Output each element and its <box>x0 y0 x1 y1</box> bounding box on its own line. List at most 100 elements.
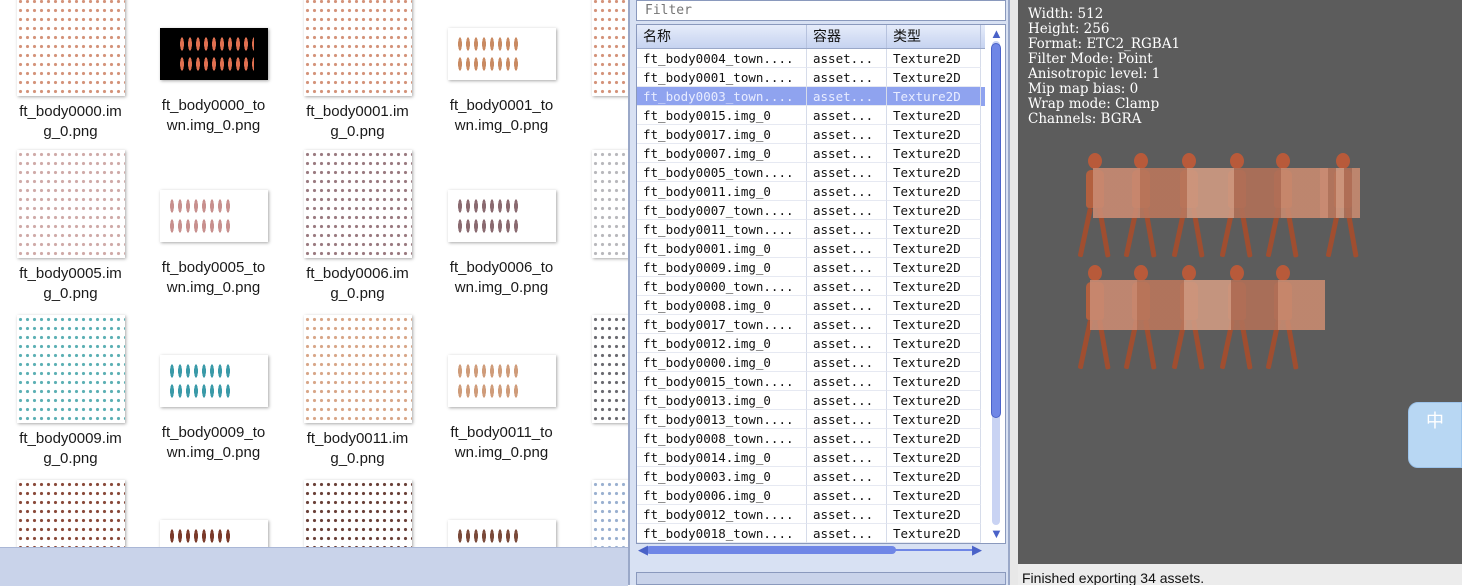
cell-name: ft_body0007.img_0 <box>637 144 807 163</box>
explorer-status-bar <box>0 547 628 586</box>
table-row[interactable]: ft_body0017_town.... asset... Texture2D <box>637 315 985 334</box>
table-row[interactable]: ft_body0009.img_0 asset... Texture2D <box>637 258 985 277</box>
file-tile[interactable] <box>295 480 420 547</box>
scroll-right-arrow-icon[interactable]: ▶ <box>972 543 982 556</box>
file-tile[interactable]: ft_body0001_to wn.img_0.png <box>439 0 564 136</box>
file-tile[interactable]: ft_bo <box>583 150 628 284</box>
file-tile[interactable]: ft_bo g <box>583 315 628 469</box>
ime-language-icon[interactable]: 中 <box>1408 402 1462 468</box>
cell-container: asset... <box>807 486 887 505</box>
scroll-up-arrow-icon[interactable]: ▲ <box>990 27 1003 40</box>
column-header-type[interactable]: 类型 <box>887 25 981 48</box>
file-thumbnail <box>159 355 268 407</box>
file-tile[interactable]: ft_body0001.im g_0.png <box>295 0 420 142</box>
cell-container: asset... <box>807 220 887 239</box>
table-row[interactable]: ft_body0001_town.... asset... Texture2D <box>637 68 985 87</box>
cell-container: asset... <box>807 125 887 144</box>
table-row[interactable]: ft_body0012_town.... asset... Texture2D <box>637 505 985 524</box>
file-tile[interactable]: ft_body0006_to wn.img_0.png <box>439 150 564 298</box>
table-row[interactable]: ft_body0007.img_0 asset... Texture2D <box>637 144 985 163</box>
ime-badge-label: 中 <box>1426 411 1444 431</box>
file-thumbnail <box>447 28 556 80</box>
hscroll-thumb[interactable] <box>646 546 896 554</box>
file-name: ft_body0006.im g_0.png <box>306 265 409 302</box>
table-row[interactable]: ft_body0001.img_0 asset... Texture2D <box>637 239 985 258</box>
table-row[interactable]: ft_body0015_town.... asset... Texture2D <box>637 372 985 391</box>
cell-container: asset... <box>807 391 887 410</box>
table-row[interactable]: ft_body0003_town.... asset... Texture2D <box>637 87 985 106</box>
table-row[interactable]: ft_body0000_town.... asset... Texture2D <box>637 277 985 296</box>
cell-container: asset... <box>807 182 887 201</box>
file-tile[interactable]: ft_bo <box>583 0 628 122</box>
cell-name: ft_body0015.img_0 <box>637 106 807 125</box>
table-row[interactable]: ft_body0012.img_0 asset... Texture2D <box>637 334 985 353</box>
cell-name: ft_body0005_town.... <box>637 163 807 182</box>
asset-table: 名称 容器 类型 ft_body0004_town.... asset... Tex… <box>636 24 1006 544</box>
file-tile[interactable]: ft_body0009_to wn.img_0.png <box>151 315 276 463</box>
table-row[interactable]: ft_body0011.img_0 asset... Texture2D <box>637 182 985 201</box>
file-tile[interactable]: ft_body0011.im g_0.png <box>295 315 420 469</box>
table-row[interactable]: ft_body0013.img_0 asset... Texture2D <box>637 391 985 410</box>
file-tile[interactable]: ft_body0011_to wn.img_0.png <box>439 315 564 463</box>
scroll-thumb[interactable] <box>991 43 1001 418</box>
file-tile[interactable] <box>439 480 564 547</box>
file-tile[interactable] <box>8 480 133 547</box>
cell-container: asset... <box>807 201 887 220</box>
file-thumbnail <box>159 190 268 242</box>
file-tile[interactable]: ft_body0005_to wn.img_0.png <box>151 150 276 298</box>
table-row[interactable]: ft_body0000.img_0 asset... Texture2D <box>637 353 985 372</box>
table-row[interactable]: ft_body0005_town.... asset... Texture2D <box>637 163 985 182</box>
file-tile[interactable] <box>151 480 276 547</box>
column-header-container[interactable]: 容器 <box>807 25 887 48</box>
cell-container: asset... <box>807 277 887 296</box>
cell-type: Texture2D <box>887 334 981 353</box>
file-name: ft_body0001_to wn.img_0.png <box>449 97 554 134</box>
file-tile[interactable]: ft_body0000.im g_0.png <box>8 0 133 142</box>
file-tile[interactable]: ft_body0000_to wn.img_0.png <box>151 0 276 136</box>
table-row[interactable]: ft_body0013_town.... asset... Texture2D <box>637 410 985 429</box>
cell-container: asset... <box>807 87 887 106</box>
scroll-left-arrow-icon[interactable]: ◀ <box>638 543 648 556</box>
column-header-name[interactable]: 名称 <box>637 25 807 48</box>
table-row[interactable]: ft_body0017.img_0 asset... Texture2D <box>637 125 985 144</box>
file-thumbnail <box>447 355 556 407</box>
file-thumbnail <box>303 150 412 258</box>
file-tile[interactable]: ft_body0006.im g_0.png <box>295 150 420 304</box>
cell-name: ft_body0001.img_0 <box>637 239 807 258</box>
cell-container: asset... <box>807 163 887 182</box>
cell-name: ft_body0011.img_0 <box>637 182 807 201</box>
thumbnail-figures <box>455 361 520 401</box>
table-row[interactable]: ft_body0007_town.... asset... Texture2D <box>637 201 985 220</box>
table-row[interactable]: ft_body0006.img_0 asset... Texture2D <box>637 486 985 505</box>
file-tile[interactable]: ft_body0009.im g_0.png <box>8 315 133 469</box>
texture-info-line: Format: ETC2_RGBA1 <box>1028 36 1181 52</box>
table-row[interactable]: ft_body0008.img_0 asset... Texture2D <box>637 296 985 315</box>
vertical-scrollbar[interactable]: ▲ ▼ <box>989 27 1003 541</box>
table-row[interactable]: ft_body0003.img_0 asset... Texture2D <box>637 467 985 486</box>
cell-type: Texture2D <box>887 315 981 334</box>
table-row[interactable]: ft_body0004_town.... asset... Texture2D <box>637 49 985 68</box>
texture-info: Width: 512 Height: 256 Format: ETC2_RGBA1 F… <box>1028 7 1180 127</box>
file-tile[interactable] <box>583 480 628 547</box>
cell-name: ft_body0017.img_0 <box>637 125 807 144</box>
horizontal-scrollbar[interactable]: ◀ ▶ <box>638 543 984 556</box>
table-row[interactable]: ft_body0015.img_0 asset... Texture2D <box>637 106 985 125</box>
file-thumbnail <box>159 520 268 547</box>
table-row[interactable]: ft_body0008_town.... asset... Texture2D <box>637 429 985 448</box>
mosaic-blur <box>1090 280 1325 330</box>
cell-type: Texture2D <box>887 372 981 391</box>
filter-input[interactable] <box>636 0 1006 21</box>
cell-type: Texture2D <box>887 258 981 277</box>
cell-type: Texture2D <box>887 87 981 106</box>
cell-container: asset... <box>807 429 887 448</box>
file-name: ft_body0000_to wn.img_0.png <box>161 97 266 134</box>
cell-type: Texture2D <box>887 106 981 125</box>
scroll-down-arrow-icon[interactable]: ▼ <box>990 527 1003 540</box>
table-row[interactable]: ft_body0014.img_0 asset... Texture2D <box>637 448 985 467</box>
file-tile[interactable]: ft_body0005.im g_0.png <box>8 150 133 304</box>
table-row[interactable]: ft_body0011_town.... asset... Texture2D <box>637 220 985 239</box>
asset-table-header: 名称 容器 类型 <box>637 25 985 49</box>
file-name: ft_body0011_to wn.img_0.png <box>450 424 553 461</box>
table-row[interactable]: ft_body0018_town.... asset... Texture2D <box>637 524 985 543</box>
file-name: ft_body0001.im g_0.png <box>306 103 409 140</box>
